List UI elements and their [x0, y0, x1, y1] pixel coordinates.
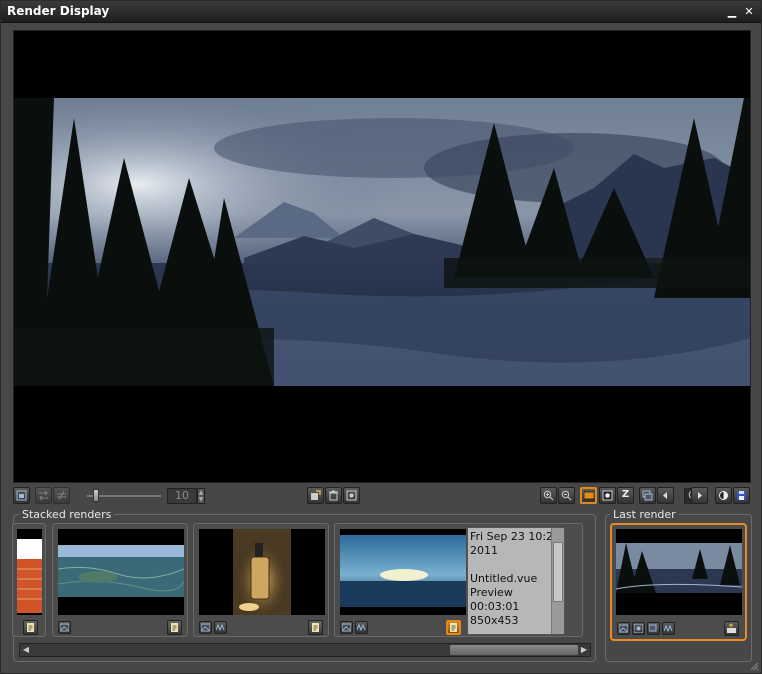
note-icon [27, 623, 34, 632]
multipass-button[interactable] [639, 487, 656, 504]
note-icon [450, 623, 457, 632]
alpha-channel-icon [602, 490, 613, 501]
window-title: Render Display [7, 4, 110, 18]
render-view-button[interactable] [340, 621, 353, 634]
settings-gear-icon [346, 490, 357, 501]
waveform-icon [664, 624, 673, 633]
last-render-view-button[interactable] [617, 622, 630, 635]
render-thumbnail [199, 529, 325, 615]
scroll-right-arrow-icon[interactable]: ▶ [578, 644, 590, 656]
info-scrollbar[interactable] [551, 528, 564, 634]
stacked-renders-label: Stacked renders [19, 508, 115, 521]
trash-icon [329, 490, 338, 501]
note-icon [312, 623, 319, 632]
color-view-button[interactable] [580, 487, 597, 504]
render-info-panel: Fri Sep 23 10:24:26 2011 Untitled.vue Pr… [467, 527, 565, 635]
image-view-icon [584, 491, 594, 500]
render-thumbnail [340, 529, 466, 615]
render-histogram-button[interactable] [214, 621, 227, 634]
arrow-left-icon [663, 492, 667, 499]
zoom-out-icon [561, 490, 572, 501]
render-thumbnail [58, 529, 184, 615]
stack-slider-thumb[interactable] [93, 489, 99, 502]
arrow-right-icon [698, 492, 702, 499]
close-button[interactable]: ✕ [742, 5, 756, 19]
image-icon [201, 623, 210, 632]
export-icon [727, 623, 736, 633]
stack-render-button[interactable] [307, 487, 324, 504]
stacked-renders-scrollbar-thumb[interactable] [450, 645, 578, 655]
title-bar[interactable]: Render Display ▁ ✕ [1, 1, 761, 23]
contrast-icon [719, 491, 728, 500]
gear-icon [634, 624, 643, 633]
compare-button[interactable] [53, 487, 70, 504]
alpha-view-button[interactable] [599, 487, 616, 504]
last-render-alpha-button[interactable] [632, 622, 645, 635]
layers-icon [642, 490, 653, 501]
render-time: 00:03:01 [470, 600, 520, 613]
last-render-panel: Last render [605, 508, 752, 662]
last-render-layers-button[interactable] [647, 622, 660, 635]
display-contrast-button[interactable] [715, 487, 732, 504]
render-viewport[interactable] [13, 30, 751, 483]
zoom-in-button[interactable] [540, 487, 557, 504]
zoom-out-button[interactable] [558, 487, 575, 504]
swap-button[interactable] [35, 487, 52, 504]
render-file: Untitled.vue [470, 572, 538, 585]
stack-count-stepper[interactable]: ▲ ▼ [197, 488, 205, 504]
last-render-card[interactable] [610, 523, 747, 641]
info-scrollbar-thumb[interactable] [553, 542, 563, 602]
swap-icon [39, 490, 48, 501]
render-date: Fri Sep 23 10:24:26 [470, 530, 562, 543]
render-resolution: 850x453 [470, 614, 519, 627]
render-settings-button[interactable] [343, 487, 360, 504]
save-render-button[interactable] [733, 487, 750, 504]
stacked-renders-panel: Stacked renders Fri Sep 23 10:2 2011 Unt… [12, 508, 596, 662]
last-render-thumbnail [616, 529, 742, 615]
render-toolbar: 10 ▲▼ Z 00 [13, 487, 751, 505]
rendered-image [14, 98, 750, 386]
resize-grip-icon[interactable] [749, 661, 759, 671]
next-frame-button[interactable] [691, 487, 708, 504]
last-render-histogram-button[interactable] [662, 622, 675, 635]
stacked-render-card[interactable] [52, 523, 188, 637]
image-icon [342, 623, 351, 632]
render-info-button-active[interactable] [446, 620, 461, 635]
delete-render-button[interactable] [325, 487, 342, 504]
not-equal-icon [57, 490, 66, 501]
stacked-render-card[interactable] [12, 523, 46, 637]
render-thumbnail [17, 529, 42, 615]
last-render-label: Last render [610, 508, 679, 521]
render-view-button[interactable] [58, 621, 71, 634]
window-icon [16, 490, 27, 501]
render-info-button[interactable] [308, 620, 323, 635]
render-display-window: Render Display ▁ ✕ 10 ▲ ▼ Z Stacked rend… [0, 0, 762, 674]
last-render-export-button[interactable] [724, 621, 739, 636]
layers-icon [649, 624, 657, 632]
render-year: 2011 [470, 544, 498, 557]
scroll-left-arrow-icon[interactable]: ◀ [20, 644, 32, 656]
display-options-button[interactable] [13, 487, 30, 504]
waveform-icon [357, 623, 366, 632]
image-icon [60, 623, 69, 632]
zoom-in-icon [543, 490, 554, 501]
stacked-renders-scrollbar[interactable]: ◀ ▶ [19, 643, 591, 657]
stacked-render-card-selected[interactable]: Fri Sep 23 10:24:26 2011 Untitled.vue Pr… [334, 523, 583, 637]
z-depth-button[interactable]: Z [617, 487, 634, 504]
previous-frame-button[interactable] [657, 487, 674, 504]
minimize-button[interactable]: ▁ [725, 5, 739, 19]
save-disk-icon [737, 491, 746, 500]
stacked-render-card[interactable] [193, 523, 329, 637]
stack-add-icon [311, 490, 321, 500]
render-histogram-button[interactable] [355, 621, 368, 634]
image-icon [619, 624, 628, 633]
note-icon [171, 623, 178, 632]
render-view-button[interactable] [199, 621, 212, 634]
render-mode: Preview [470, 586, 513, 599]
stack-count-field[interactable]: 10 [167, 488, 197, 504]
render-info-button[interactable] [167, 620, 182, 635]
waveform-icon [216, 623, 225, 632]
render-info-button[interactable] [23, 620, 38, 635]
